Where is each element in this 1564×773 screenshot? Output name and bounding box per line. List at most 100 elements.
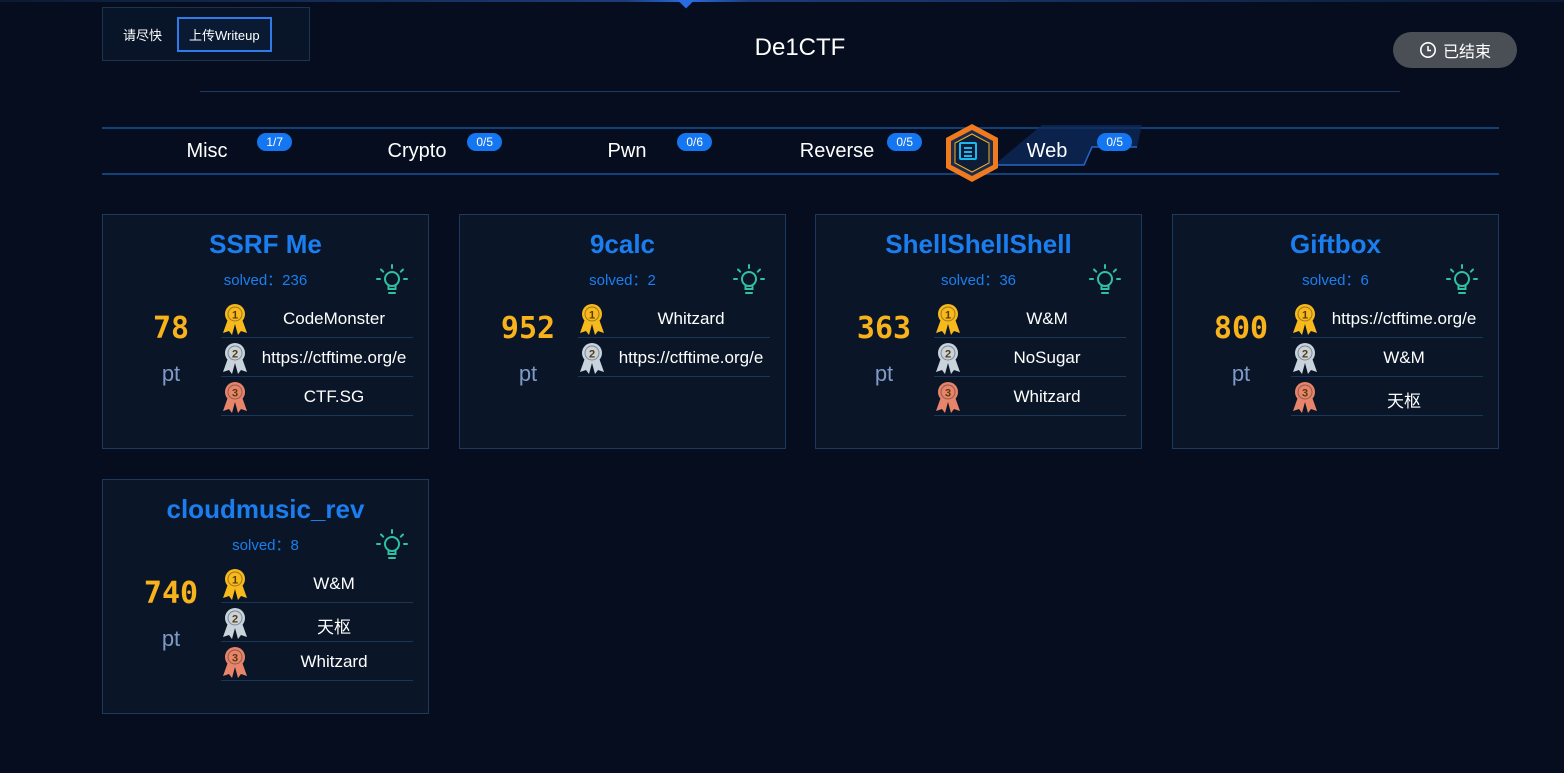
tab-label: Reverse xyxy=(799,139,875,162)
tab-label: Pwn xyxy=(607,139,647,162)
svg-text:1: 1 xyxy=(232,575,238,587)
writeup-panel: 请尽快 上传Writeup xyxy=(102,7,310,61)
rank-row: 3 天枢 xyxy=(1291,377,1483,416)
upload-writeup-button[interactable]: 上传Writeup xyxy=(177,16,272,52)
clock-icon xyxy=(1419,42,1436,58)
tab-label: Crypto xyxy=(387,139,447,162)
solve-count-badge: 0/5 xyxy=(1097,133,1132,151)
team-name: https://ctftime.org/e xyxy=(1331,309,1477,328)
hint-lightbulb-icon[interactable] xyxy=(732,263,766,297)
challenge-card[interactable]: cloudmusic_rev solved：8 740 pt 1 W&M 2 天… xyxy=(102,479,429,714)
rank-row: 3 CTF.SG xyxy=(221,377,413,416)
tab-reverse[interactable]: Reverse 0/5 xyxy=(732,129,942,173)
points-unit: pt xyxy=(161,361,181,386)
medal-1-icon: 1 xyxy=(223,304,247,335)
rank-row: 1 W&M xyxy=(934,299,1126,338)
rank-row: 2 天枢 xyxy=(221,603,413,642)
tab-web[interactable]: Web 0/5 xyxy=(942,129,1152,173)
team-name: https://ctftime.org/e xyxy=(618,348,764,367)
team-name: CTF.SG xyxy=(303,387,365,406)
hint-lightbulb-icon[interactable] xyxy=(1445,263,1479,297)
svg-text:3: 3 xyxy=(945,388,951,400)
svg-text:2: 2 xyxy=(232,614,238,626)
tab-pwn[interactable]: Pwn 0/6 xyxy=(522,129,732,173)
team-name: W&M xyxy=(313,574,355,593)
team-name: CodeMonster xyxy=(282,309,386,328)
challenge-title: 9calc xyxy=(589,229,656,259)
writeup-prompt: 请尽快 xyxy=(123,27,163,43)
medal-2-icon: 2 xyxy=(223,343,247,374)
medal-3-icon: 3 xyxy=(1293,382,1317,413)
team-name: 天枢 xyxy=(317,618,351,637)
team-name: Whitzard xyxy=(1013,387,1081,406)
team-name: 天枢 xyxy=(1387,392,1421,411)
medal-3-icon: 3 xyxy=(223,382,247,413)
medal-1-icon: 1 xyxy=(1293,304,1317,335)
web-category-icon xyxy=(959,142,977,160)
title-divider xyxy=(200,91,1400,92)
tab-misc[interactable]: Misc 1/7 xyxy=(102,129,312,173)
top-diamond xyxy=(677,0,695,9)
rank-row: 2 NoSugar xyxy=(934,338,1126,377)
hint-lightbulb-icon[interactable] xyxy=(375,263,409,297)
top-solvers-list: 1 Whitzard 2 https://ctftime.org/e xyxy=(578,299,770,377)
svg-text:3: 3 xyxy=(1302,388,1308,400)
challenge-title: cloudmusic_rev xyxy=(166,494,365,524)
points-unit: pt xyxy=(1231,361,1251,386)
svg-text:3: 3 xyxy=(232,653,238,665)
challenge-card[interactable]: Giftbox solved：6 800 pt 1 https://ctftim… xyxy=(1172,214,1499,449)
medal-2-icon: 2 xyxy=(580,343,604,374)
rank-row: 2 https://ctftime.org/e xyxy=(221,338,413,377)
medal-2-icon: 2 xyxy=(223,608,247,639)
svg-text:3: 3 xyxy=(232,388,238,400)
tab-crypto[interactable]: Crypto 0/5 xyxy=(312,129,522,173)
medal-2-icon: 2 xyxy=(1293,343,1317,374)
medal-3-icon: 3 xyxy=(936,382,960,413)
top-solvers-list: 1 https://ctftime.org/e 2 W&M 3 天枢 xyxy=(1291,299,1483,416)
hint-lightbulb-icon[interactable] xyxy=(375,528,409,562)
top-solvers-list: 1 CodeMonster 2 https://ctftime.org/e 3 … xyxy=(221,299,413,416)
points-unit: pt xyxy=(161,626,181,651)
rank-row: 2 https://ctftime.org/e xyxy=(578,338,770,377)
medal-1-icon: 1 xyxy=(936,304,960,335)
medal-3-icon: 3 xyxy=(223,647,247,678)
challenge-card[interactable]: 9calc solved：2 952 pt 1 Whitzard 2 https… xyxy=(459,214,786,449)
rank-row: 3 Whitzard xyxy=(934,377,1126,416)
team-name: Whitzard xyxy=(300,652,368,671)
challenge-card[interactable]: SSRF Me solved：236 78 pt 1 CodeMonster 2… xyxy=(102,214,429,449)
svg-text:2: 2 xyxy=(1302,349,1308,361)
rank-row: 1 Whitzard xyxy=(578,299,770,338)
svg-text:1: 1 xyxy=(589,310,595,322)
challenge-title: Giftbox xyxy=(1290,229,1381,259)
points-value: 363 xyxy=(856,311,912,346)
challenge-title: ShellShellShell xyxy=(885,229,1072,259)
medal-1-icon: 1 xyxy=(580,304,604,335)
status-badge: 已结束 xyxy=(1393,32,1517,68)
medal-1-icon: 1 xyxy=(223,569,247,600)
rank-row: 1 https://ctftime.org/e xyxy=(1291,299,1483,338)
svg-text:2: 2 xyxy=(589,349,595,361)
solve-count-badge: 0/5 xyxy=(887,133,922,151)
top-ornament xyxy=(0,0,1564,2)
top-solvers-list: 1 W&M 2 NoSugar 3 Whitzard xyxy=(934,299,1126,416)
solve-count-badge: 1/7 xyxy=(257,133,292,151)
rank-row: 1 W&M xyxy=(221,564,413,603)
hint-lightbulb-icon[interactable] xyxy=(1088,263,1122,297)
challenge-card[interactable]: ShellShellShell solved：36 363 pt 1 W&M 2… xyxy=(815,214,1142,449)
team-name: NoSugar xyxy=(1013,348,1081,367)
challenge-title: SSRF Me xyxy=(209,229,322,259)
status-text: 已结束 xyxy=(1442,44,1491,61)
svg-text:2: 2 xyxy=(232,349,238,361)
rank-row: 3 Whitzard xyxy=(221,642,413,681)
points-value: 78 xyxy=(152,311,190,346)
team-name: W&M xyxy=(1026,309,1068,328)
svg-text:1: 1 xyxy=(945,310,951,322)
category-tabs: Misc 1/7 Crypto 0/5 Pwn 0/6 Reverse 0/5 … xyxy=(102,124,1499,182)
points-unit: pt xyxy=(518,361,538,386)
medal-2-icon: 2 xyxy=(936,343,960,374)
points-unit: pt xyxy=(874,361,894,386)
tab-label: Web xyxy=(1026,139,1068,162)
solve-count-badge: 0/5 xyxy=(467,133,502,151)
points-value: 952 xyxy=(500,311,556,346)
svg-text:1: 1 xyxy=(232,310,238,322)
